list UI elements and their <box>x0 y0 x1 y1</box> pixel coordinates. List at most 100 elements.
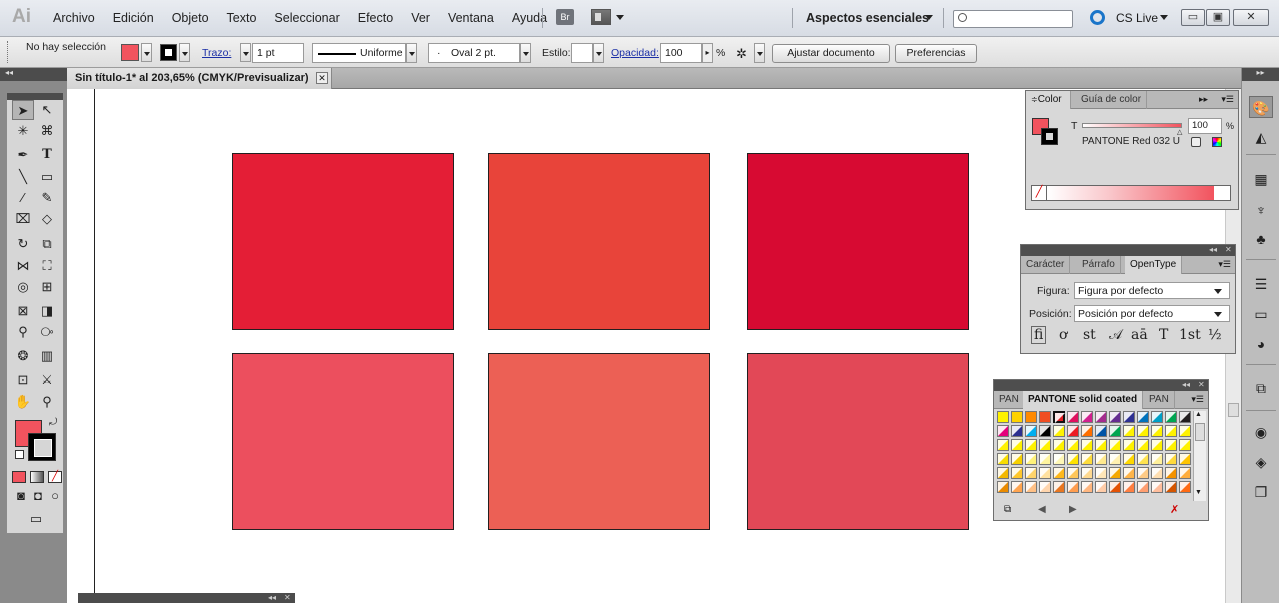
panel-menu-icon[interactable]: ▾☰ <box>1218 259 1231 270</box>
rectangle-4[interactable] <box>232 353 454 530</box>
swatch-cell[interactable] <box>1137 411 1149 423</box>
delete-swatch-icon[interactable]: ✗ <box>1170 503 1179 516</box>
swatch-cell[interactable] <box>1151 467 1163 479</box>
selection-tool-icon[interactable]: ➤ <box>12 100 34 120</box>
swatch-scrollbar[interactable]: ▲ ▼ <box>1193 411 1206 501</box>
fill-dropdown[interactable] <box>141 43 152 62</box>
artboard-tool-icon[interactable]: ⊡ <box>12 370 34 390</box>
menu-edicion[interactable]: Edición <box>104 11 163 25</box>
swash-icon[interactable]: 𝒜 <box>1109 327 1122 343</box>
swatch-cell[interactable] <box>1039 453 1051 465</box>
swatch-cell[interactable] <box>1025 453 1037 465</box>
slice-tool-icon[interactable]: ⚔ <box>36 370 58 390</box>
arrange-dropdown-icon[interactable] <box>616 15 624 20</box>
panel-menu-icon[interactable]: ▾☰ <box>1191 394 1204 405</box>
expand-panel-icon[interactable]: ▸▸ <box>1199 94 1208 105</box>
swatch-cell[interactable] <box>1179 411 1191 423</box>
gradient-tool-icon[interactable]: ◨ <box>36 301 58 321</box>
swatch-cell[interactable] <box>1067 467 1079 479</box>
tab-character[interactable]: Carácter <box>1021 256 1071 274</box>
swatch-cell[interactable] <box>1109 411 1121 423</box>
swatch-cell[interactable] <box>1179 439 1191 451</box>
left-dock-collapse-icon[interactable]: ◂◂ <box>0 68 67 81</box>
appearance-icon[interactable]: ◉ <box>1249 421 1273 443</box>
brushes-icon[interactable]: ♆ <box>1249 199 1273 221</box>
swatch-cell[interactable] <box>1025 439 1037 451</box>
swatch-cell[interactable] <box>1025 481 1037 493</box>
minimize-button[interactable]: ▭ <box>1181 9 1205 26</box>
zoom-tool-icon[interactable]: ⚲ <box>36 392 58 412</box>
posicion-select[interactable]: Posición por defecto <box>1074 305 1230 322</box>
rectangle-6[interactable] <box>747 353 969 530</box>
workspace-switcher[interactable]: Aspectos esenciales <box>806 11 929 25</box>
swatch-cell[interactable] <box>1165 425 1177 437</box>
swatch-cell[interactable] <box>1053 411 1065 423</box>
document-tab[interactable]: Sin título-1* al 203,65% (CMYK/Previsual… <box>67 68 332 89</box>
right-dock-expand-icon[interactable]: ▸▸ <box>1242 68 1279 81</box>
control-bar-grip[interactable] <box>7 41 10 63</box>
swatch-cell[interactable] <box>997 453 1009 465</box>
opacity-field[interactable]: 100 <box>660 43 702 63</box>
swatch-cell[interactable] <box>1039 425 1051 437</box>
swap-colors-icon[interactable]: ⤾ <box>49 417 57 428</box>
brush-select[interactable]: · Oval 2 pt. <box>428 43 520 63</box>
rectangle-5[interactable] <box>488 353 710 530</box>
graphic-styles-icon[interactable]: ⧉ <box>1249 377 1273 399</box>
swatch-cell[interactable] <box>1053 481 1065 493</box>
column-graph-tool-icon[interactable]: ▥ <box>36 346 58 366</box>
menu-archivo[interactable]: Archivo <box>44 11 104 25</box>
fit-document-button[interactable]: Ajustar documento <box>772 44 890 63</box>
swatch-cell[interactable] <box>1011 425 1023 437</box>
swatch-cell[interactable] <box>1053 467 1065 479</box>
titling-alternates-icon[interactable]: T <box>1159 327 1168 343</box>
tab-pantone-right[interactable]: PAN <box>1144 391 1175 409</box>
swatch-cell[interactable] <box>1025 467 1037 479</box>
swatch-cell[interactable] <box>1011 411 1023 423</box>
swatch-cell[interactable] <box>1081 425 1093 437</box>
draw-inside-icon[interactable]: ○ <box>44 486 66 506</box>
swatch-cell[interactable] <box>1123 453 1135 465</box>
menu-seleccionar[interactable]: Seleccionar <box>265 11 348 25</box>
figura-dropdown-icon[interactable] <box>1214 289 1222 294</box>
swatch-cell[interactable] <box>1137 481 1149 493</box>
swatch-cell[interactable] <box>1011 453 1023 465</box>
none-mode-icon[interactable]: ╱ <box>48 471 62 483</box>
stroke-profile-dropdown[interactable] <box>406 43 417 63</box>
posicion-dropdown-icon[interactable] <box>1214 312 1222 317</box>
swatch-cell[interactable] <box>1123 425 1135 437</box>
scrollbar-thumb[interactable] <box>1228 403 1239 417</box>
gradient-panel-icon[interactable]: ▭ <box>1249 303 1273 325</box>
scale-tool-icon[interactable]: ⧉ <box>36 234 58 254</box>
tab-color-guide[interactable]: Guía de color <box>1076 91 1148 109</box>
stroke-swatch[interactable] <box>28 433 56 461</box>
close-icon[interactable]: ✕ <box>1198 380 1205 389</box>
swatch-cell[interactable] <box>1095 425 1107 437</box>
layers-icon[interactable]: ◈ <box>1249 451 1273 473</box>
tab-opentype[interactable]: OpenType <box>1125 256 1183 274</box>
shape-builder-tool-icon[interactable]: ◎ <box>12 277 34 297</box>
swatch-cell[interactable] <box>1011 467 1023 479</box>
mesh-tool-icon[interactable]: ⊠ <box>12 301 34 321</box>
rectangle-1[interactable] <box>232 153 454 330</box>
free-transform-tool-icon[interactable]: ⛶ <box>36 256 58 276</box>
swatch-cell[interactable] <box>997 439 1009 451</box>
ligatures-icon[interactable]: ﬁ <box>1031 326 1047 344</box>
recolor-dropdown[interactable] <box>754 43 765 63</box>
gradient-mode-icon[interactable] <box>30 471 44 483</box>
swatch-cell[interactable] <box>1081 467 1093 479</box>
artboards-icon[interactable]: ❐ <box>1249 481 1273 503</box>
menu-texto[interactable]: Texto <box>218 11 266 25</box>
color-stroke-swatch[interactable] <box>1041 128 1058 145</box>
bridge-button[interactable]: Br <box>556 9 574 25</box>
fill-color-swatch[interactable] <box>121 44 139 61</box>
close-document-icon[interactable]: ✕ <box>316 72 328 84</box>
swatch-cell[interactable] <box>1109 453 1121 465</box>
swatch-cell[interactable] <box>1165 481 1177 493</box>
swatch-cell[interactable] <box>1081 481 1093 493</box>
swatch-cell[interactable] <box>1053 453 1065 465</box>
swatch-cell[interactable] <box>997 481 1009 493</box>
swatch-cell[interactable] <box>997 425 1009 437</box>
swatch-cell[interactable] <box>1179 467 1191 479</box>
line-tool-icon[interactable]: ╲ <box>12 167 34 187</box>
swatch-cell[interactable] <box>1165 411 1177 423</box>
